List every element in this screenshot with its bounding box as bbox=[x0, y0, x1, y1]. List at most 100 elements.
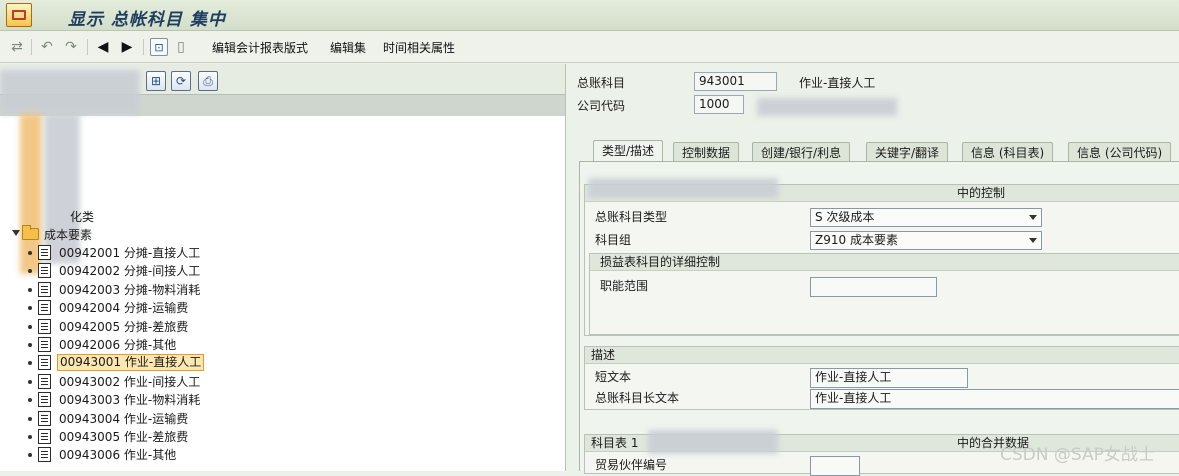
edit-fs-version-link[interactable]: 编辑会计报表版式 bbox=[212, 39, 308, 56]
functional-area-label: 职能范围 bbox=[600, 279, 649, 293]
tab-info-company-code[interactable]: 信息 (公司代码) bbox=[1068, 142, 1172, 161]
tree-item[interactable]: 00942004 分摊-运输费 bbox=[0, 299, 565, 317]
company-code-field[interactable]: 1000 bbox=[694, 95, 744, 114]
edit-set-link[interactable]: 编辑集 bbox=[330, 39, 366, 56]
tree-item[interactable]: 00942005 分摊-差旅费 bbox=[0, 318, 565, 336]
trading-partner-input[interactable] bbox=[810, 456, 860, 476]
sap-menu-icon[interactable] bbox=[6, 3, 32, 27]
bullet-icon bbox=[28, 361, 32, 366]
tree-item-label: 00943005 作业-差旅费 bbox=[59, 430, 189, 444]
account-group-select[interactable]: Z910 成本要素 bbox=[810, 231, 1042, 250]
undo-icon[interactable]: ↶ bbox=[38, 38, 56, 56]
tree-folder-cost-elements[interactable]: 成本要素 bbox=[0, 225, 565, 244]
description-group: 描述 短文本 作业-直接人工 总账科目长文本 作业-直接人工 bbox=[584, 346, 1179, 410]
navigation-tree-panel: ⊞ ⟳ ⎙ 化类 成本要素 00942001 分摊-直接人工 00942002 分… bbox=[0, 64, 566, 471]
long-text-label: 总账科目长文本 bbox=[595, 391, 680, 405]
application-toolbar: ⇄ ↶ ↷ ◀ ▶ ⊡ ▯ 编辑会计报表版式 编辑集 时间相关属性 bbox=[0, 31, 1179, 63]
tree-item[interactable]: 00942002 分摊-间接人工 bbox=[0, 262, 565, 280]
switch-mode-icon[interactable]: ⇄ bbox=[8, 38, 26, 56]
functional-area-input[interactable] bbox=[810, 277, 937, 297]
document-icon bbox=[38, 447, 51, 463]
tab-content: 中的控制 总账科目类型 S 次级成本 科目组 Z910 成本要素 损益表科目的详… bbox=[579, 161, 1179, 476]
tree-item-label: 00943001 作业-直接人工 bbox=[57, 354, 205, 372]
tab-control-data[interactable]: 控制数据 bbox=[673, 142, 740, 161]
tree-item-label: 00943003 作业-物料消耗 bbox=[59, 393, 201, 408]
account-group-label: 科目组 bbox=[595, 233, 632, 247]
dropdown-arrow-icon bbox=[1029, 215, 1037, 220]
tree-item-label: 00943006 作业-其他 bbox=[59, 448, 177, 463]
bullet-icon bbox=[28, 251, 32, 255]
tree-item[interactable]: 00943001 作业-直接人工 bbox=[0, 354, 565, 372]
watermark: CSDN @SAP女战士 bbox=[1000, 445, 1155, 465]
tree-item[interactable]: 00943003 作业-物料消耗 bbox=[0, 391, 565, 409]
tree-item[interactable]: 00943006 作业-其他 bbox=[0, 446, 565, 464]
document-icon[interactable]: ▯ bbox=[172, 38, 190, 56]
collapse-arrow-icon[interactable] bbox=[12, 230, 20, 236]
tree-item[interactable]: 00942003 分摊-物料消耗 bbox=[0, 281, 565, 299]
tree-item-label: 00943002 作业-间接人工 bbox=[59, 374, 201, 389]
bullet-icon bbox=[28, 453, 32, 458]
obscured-area bbox=[588, 178, 778, 198]
pl-detail-group: 损益表科目的详细控制 职能范围 bbox=[589, 253, 1179, 335]
tree-item-label: 00943004 作业-运输费 bbox=[59, 411, 189, 426]
tree-node-partial[interactable]: 化类 bbox=[0, 208, 565, 226]
bullet-icon bbox=[28, 398, 32, 403]
document-icon bbox=[38, 429, 51, 444]
next-icon[interactable]: ▶ bbox=[118, 38, 136, 56]
tree-item[interactable]: 00943002 作业-间接人工 bbox=[0, 373, 565, 391]
bullet-icon bbox=[28, 379, 32, 384]
document-icon bbox=[38, 392, 51, 408]
detail-panel: 总账科目 943001 作业-直接人工 公司代码 1000 类型/描述 控制数据… bbox=[567, 64, 1179, 476]
print-icon[interactable]: ⎙ bbox=[198, 71, 218, 91]
control-group: 中的控制 总账科目类型 S 次级成本 科目组 Z910 成本要素 损益表科目的详… bbox=[584, 184, 1179, 336]
tree-item-label: 00942002 分摊-间接人工 bbox=[59, 264, 201, 279]
tab-create-bank-interest[interactable]: 创建/银行/利息 bbox=[752, 142, 851, 161]
account-field[interactable]: 943001 bbox=[694, 72, 777, 91]
obscured-area bbox=[648, 430, 778, 454]
folder-icon bbox=[22, 225, 39, 240]
document-icon bbox=[38, 263, 51, 279]
bullet-icon bbox=[28, 269, 32, 274]
bullet-icon bbox=[28, 287, 32, 292]
document-icon bbox=[38, 318, 51, 334]
tree-item[interactable]: 00942001 分摊-直接人工 bbox=[0, 244, 565, 262]
tree-item-label: 00942005 分摊-差旅费 bbox=[59, 319, 189, 334]
tree-item-label: 00942004 分摊-运输费 bbox=[59, 301, 189, 316]
expand-icon[interactable]: ⊞ bbox=[146, 71, 166, 91]
tree-item[interactable]: 00943004 作业-运输费 bbox=[0, 410, 565, 428]
short-text-label: 短文本 bbox=[595, 370, 632, 384]
where-used-icon[interactable]: ⊡ bbox=[150, 38, 168, 56]
company-code-label: 公司代码 bbox=[577, 99, 626, 113]
pl-detail-heading: 损益表科目的详细控制 bbox=[590, 254, 1179, 271]
description-heading: 描述 bbox=[585, 347, 1179, 364]
document-icon bbox=[38, 373, 51, 389]
bullet-icon bbox=[28, 416, 32, 421]
dropdown-arrow-icon bbox=[1029, 238, 1037, 243]
previous-icon[interactable]: ◀ bbox=[94, 38, 112, 56]
document-icon bbox=[38, 281, 51, 297]
tree-item[interactable]: 00943005 作业-差旅费 bbox=[0, 428, 565, 446]
account-label: 总账科目 bbox=[577, 76, 626, 90]
time-dependent-attributes-link[interactable]: 时间相关属性 bbox=[383, 39, 455, 56]
document-icon bbox=[38, 355, 51, 371]
document-icon bbox=[38, 337, 51, 352]
tree-item[interactable]: 00942006 分摊-其他 bbox=[0, 336, 565, 354]
bullet-icon bbox=[28, 435, 32, 439]
tab-keyword-translation[interactable]: 关键字/翻译 bbox=[866, 142, 949, 161]
tab-type-description[interactable]: 类型/描述 bbox=[593, 140, 664, 161]
tab-info-chart-of-accounts[interactable]: 信息 (科目表) bbox=[962, 142, 1054, 161]
short-text-input[interactable]: 作业-直接人工 bbox=[810, 368, 968, 388]
document-icon bbox=[38, 245, 51, 260]
redo-icon[interactable]: ↷ bbox=[62, 38, 80, 56]
trading-partner-label: 贸易伙伴编号 bbox=[595, 458, 668, 472]
refresh-icon[interactable]: ⟳ bbox=[171, 71, 191, 91]
bullet-icon bbox=[28, 306, 32, 311]
tab-strip: 类型/描述 控制数据 创建/银行/利息 关键字/翻译 信息 (科目表) 信息 (… bbox=[579, 140, 1179, 161]
tree-item-label: 00942001 分摊-直接人工 bbox=[59, 246, 201, 260]
document-icon bbox=[38, 410, 51, 426]
account-type-label: 总账科目类型 bbox=[595, 210, 668, 224]
bullet-icon bbox=[28, 343, 32, 347]
long-text-input[interactable]: 作业-直接人工 bbox=[810, 389, 1179, 409]
account-type-select[interactable]: S 次级成本 bbox=[810, 208, 1042, 227]
bullet-icon bbox=[28, 324, 32, 329]
